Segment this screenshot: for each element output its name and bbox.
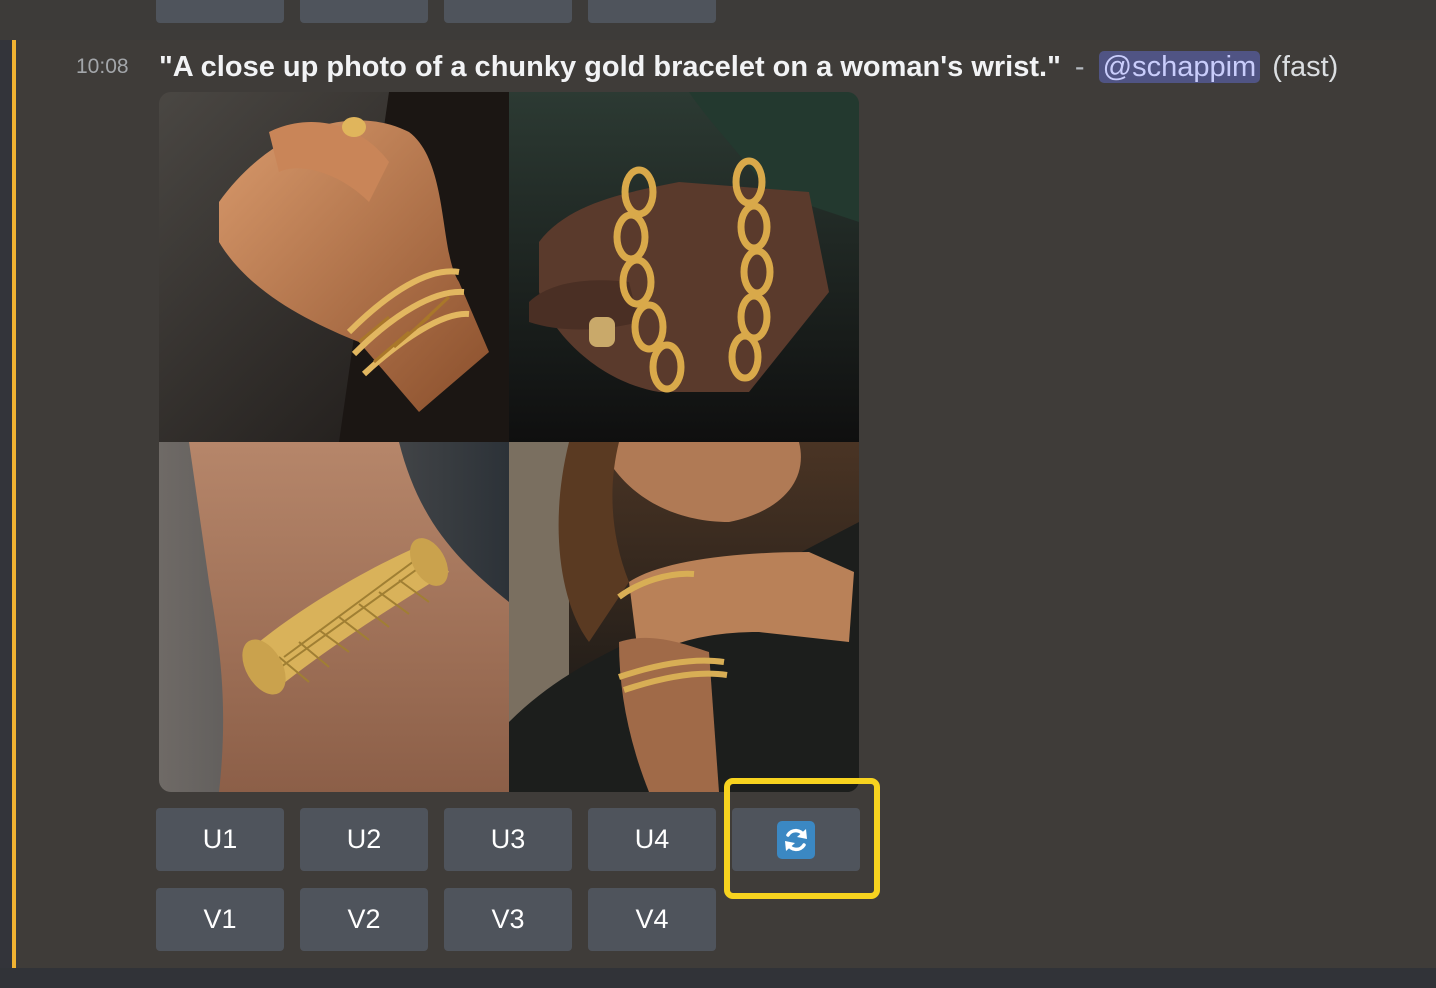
previous-variation-button[interactable] [156, 0, 284, 23]
user-mention[interactable]: @schappim [1098, 51, 1261, 83]
separator: - [1074, 51, 1085, 83]
bottom-divider [0, 968, 1436, 988]
previous-message-area [0, 0, 1436, 40]
reroll-button[interactable] [732, 808, 860, 871]
generation-mode: (fast) [1272, 51, 1339, 83]
bracelet-photo-1[interactable] [159, 92, 509, 442]
variation-button-2[interactable]: V2 [300, 888, 428, 951]
bracelet-photo-2[interactable] [509, 92, 859, 442]
previous-variation-button[interactable] [444, 0, 572, 23]
upscale-button-4[interactable]: U4 [588, 808, 716, 871]
bracelet-photo-3[interactable] [159, 442, 509, 792]
upscale-button-3[interactable]: U3 [444, 808, 572, 871]
reroll-icon [777, 820, 815, 859]
bracelet-photo-4[interactable] [509, 442, 859, 792]
image-grid[interactable] [159, 92, 859, 792]
message-header: "A close up photo of a chunky gold brace… [159, 49, 1338, 85]
variation-button-1[interactable]: V1 [156, 888, 284, 951]
message-timestamp: 10:08 [76, 55, 129, 78]
bot-message: 10:08 "A close up photo of a chunky gold… [12, 40, 1436, 968]
variation-button-3[interactable]: V3 [444, 888, 572, 951]
previous-variation-button[interactable] [588, 0, 716, 23]
upscale-button-2[interactable]: U2 [300, 808, 428, 871]
upscale-button-1[interactable]: U1 [156, 808, 284, 871]
discord-chat-view: 10:08 "A close up photo of a chunky gold… [0, 0, 1436, 988]
variation-button-4[interactable]: V4 [588, 888, 716, 951]
prompt-text: "A close up photo of a chunky gold brace… [159, 51, 1061, 83]
previous-variation-button[interactable] [300, 0, 428, 23]
